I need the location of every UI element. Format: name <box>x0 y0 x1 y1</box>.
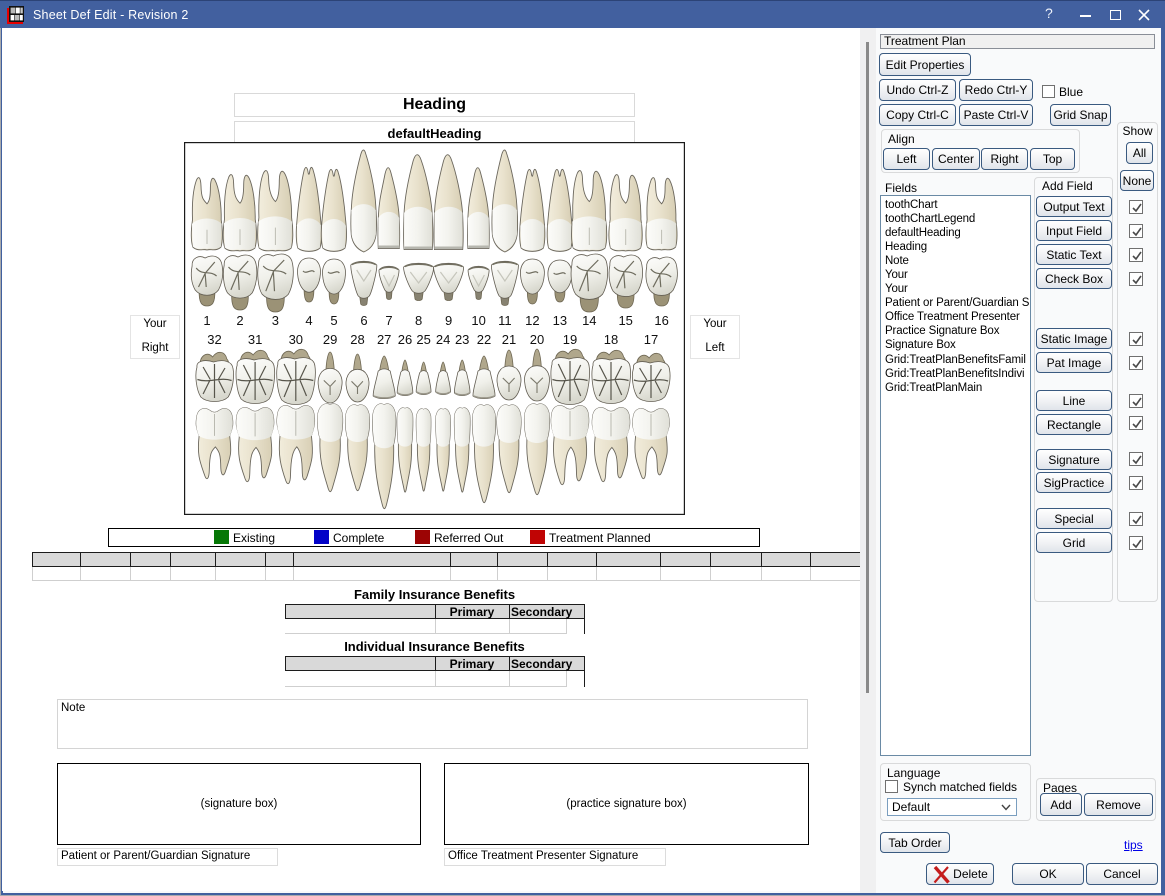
svg-text:14: 14 <box>582 313 596 328</box>
svg-text:2: 2 <box>236 313 243 328</box>
svg-text:4: 4 <box>305 313 312 328</box>
svg-text:10: 10 <box>471 313 485 328</box>
svg-text:27: 27 <box>377 332 391 347</box>
svg-text:5: 5 <box>330 313 337 328</box>
svg-text:24: 24 <box>436 332 450 347</box>
svg-text:16: 16 <box>654 313 668 328</box>
svg-text:13: 13 <box>553 313 567 328</box>
svg-text:25: 25 <box>416 332 430 347</box>
svg-text:18: 18 <box>604 332 618 347</box>
svg-text:20: 20 <box>530 332 544 347</box>
svg-text:12: 12 <box>525 313 539 328</box>
svg-text:6: 6 <box>360 313 367 328</box>
svg-text:17: 17 <box>644 332 658 347</box>
svg-text:21: 21 <box>502 332 516 347</box>
svg-text:11: 11 <box>498 313 512 328</box>
svg-text:28: 28 <box>350 332 364 347</box>
svg-text:31: 31 <box>248 332 262 347</box>
svg-text:19: 19 <box>563 332 577 347</box>
svg-text:30: 30 <box>289 332 303 347</box>
svg-text:9: 9 <box>445 313 452 328</box>
svg-text:23: 23 <box>455 332 469 347</box>
svg-text:29: 29 <box>323 332 337 347</box>
svg-text:1: 1 <box>203 313 210 328</box>
svg-text:15: 15 <box>618 313 632 328</box>
svg-text:26: 26 <box>398 332 412 347</box>
svg-text:7: 7 <box>385 313 392 328</box>
svg-text:32: 32 <box>207 332 221 347</box>
svg-text:8: 8 <box>415 313 422 328</box>
svg-text:22: 22 <box>477 332 491 347</box>
svg-text:3: 3 <box>272 313 279 328</box>
